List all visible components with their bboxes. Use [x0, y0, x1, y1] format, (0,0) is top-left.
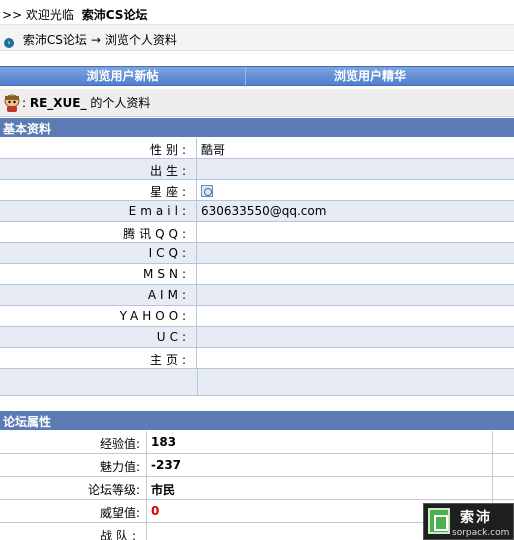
column-divider: [197, 369, 198, 395]
profile-row-zodiac: 星座:: [0, 180, 514, 201]
profile-row-msn: MSN:: [0, 264, 514, 285]
forum-row-experience: 经验值: 183: [0, 431, 514, 454]
column-divider: [492, 477, 493, 500]
profile-suffix: 的个人资料: [86, 96, 151, 110]
user-avatar-icon: [4, 94, 20, 112]
site-name-link[interactable]: 索沛CS论坛: [82, 8, 148, 22]
row-label: ICQ:: [0, 243, 197, 264]
row-label: YAHOO:: [0, 306, 197, 327]
row-value: -237: [151, 458, 182, 472]
row-value: 市民: [151, 483, 176, 497]
profile-row-homepage: 主页:: [0, 348, 514, 369]
breadcrumb-bullet-icon: ›: [4, 38, 14, 48]
row-label: 论坛等级:: [0, 477, 147, 500]
row-label: Email:: [0, 201, 197, 222]
profile-row-aim: AIM:: [0, 285, 514, 306]
row-label: 出生:: [0, 159, 197, 180]
forum-attributes-heading: 论坛属性: [0, 411, 514, 430]
row-value: 酷哥: [201, 143, 226, 157]
forum-row-level: 论坛等级: 市民: [0, 477, 514, 500]
row-label: AIM:: [0, 285, 197, 306]
email-link[interactable]: 630633550@qq.com: [201, 201, 326, 222]
profile-prefix: :: [22, 96, 30, 110]
profile-spacer-row: [0, 369, 514, 396]
profile-row-gender: 性别: 酷哥: [0, 138, 514, 159]
row-label: 威望值:: [0, 500, 147, 523]
row-label: UC:: [0, 327, 197, 348]
row-label: 经验值:: [0, 431, 147, 454]
watermark-title: 索沛: [460, 510, 492, 526]
watermark-logo-icon: [428, 508, 450, 534]
row-label: 战队:: [0, 523, 147, 540]
browse-user-posts-link[interactable]: 浏览用户新帖: [0, 67, 246, 87]
forum-row-charm: 魅力值: -237: [0, 454, 514, 477]
row-label: 主页:: [0, 348, 197, 369]
welcome-text: >> 欢迎光临: [2, 8, 74, 22]
profile-row-birth: 出生:: [0, 159, 514, 180]
profile-row-qq: 腾讯QQ:: [0, 222, 514, 243]
profile-row-icq: ICQ:: [0, 243, 514, 264]
browse-user-digest-link[interactable]: 浏览用户精华: [246, 67, 494, 87]
profile-row-yahoo: YAHOO:: [0, 306, 514, 327]
user-nav-bar: 浏览用户新帖 浏览用户精华: [0, 66, 514, 87]
row-label: 性别:: [0, 138, 197, 159]
column-divider: [492, 454, 493, 477]
row-label: MSN:: [0, 264, 197, 285]
profile-header: : RE_XUE_ 的个人资料: [0, 89, 514, 117]
row-value: 0: [151, 504, 160, 518]
breadcrumb-arrow: →: [90, 33, 101, 47]
row-value: 183: [151, 435, 177, 449]
profile-row-uc: UC:: [0, 327, 514, 348]
watermark-url: sorpack.com: [452, 528, 510, 538]
row-label: 魅力值:: [0, 454, 147, 477]
zodiac-icon: [201, 185, 213, 197]
breadcrumb: › 索沛CS论坛 → 浏览个人资料: [0, 25, 514, 51]
row-label: 星座:: [0, 180, 197, 201]
breadcrumb-forum-link[interactable]: 索沛CS论坛: [23, 33, 87, 47]
row-value: [201, 180, 213, 201]
site-watermark: 索沛 sorpack.com: [423, 503, 514, 540]
profile-row-email: Email: 630633550@qq.com: [0, 201, 514, 222]
breadcrumb-current: 浏览个人资料: [104, 33, 177, 47]
profile-username: RE_XUE_: [29, 96, 87, 110]
column-divider: [492, 431, 493, 454]
welcome-bar: >> 欢迎光临 索沛CS论坛: [0, 0, 514, 25]
basic-info-heading: 基本资料: [0, 118, 514, 137]
row-label: 腾讯QQ:: [0, 222, 197, 243]
